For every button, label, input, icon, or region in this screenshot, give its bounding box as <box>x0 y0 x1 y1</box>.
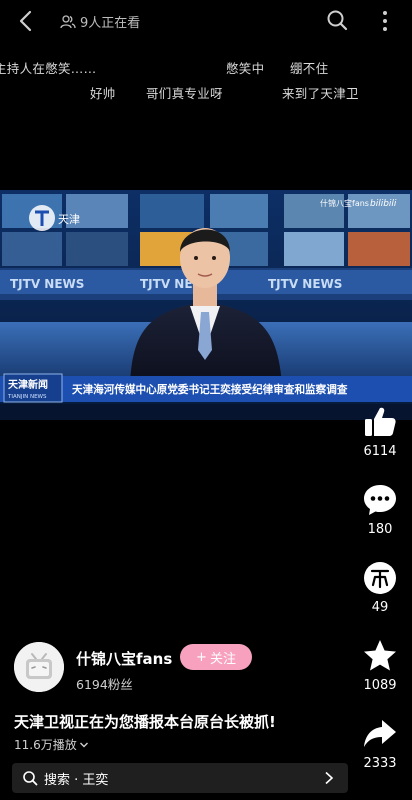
like-button[interactable]: 6114 <box>352 404 408 459</box>
top-bar: 9人正在看 <box>0 0 412 44</box>
star-icon <box>364 640 396 671</box>
viewer-count: 9人正在看 <box>60 12 140 31</box>
like-count: 6114 <box>363 444 397 459</box>
author-name[interactable]: 什锦八宝fans <box>76 648 172 669</box>
program-logo-en: TIANJIN NEWS <box>7 394 47 400</box>
viewers-icon <box>60 14 76 28</box>
video-title[interactable]: 天津卫视正在为您播报本台原台长被抓! <box>14 711 276 732</box>
related-search-bar[interactable]: 搜索 · 王奕 <box>12 763 348 793</box>
thumbs-up-icon <box>365 407 396 436</box>
coin-icon <box>364 562 396 594</box>
program-logo-cn: 天津新闻 <box>8 378 48 391</box>
share-button[interactable]: 2333 <box>352 716 408 771</box>
search-icon[interactable] <box>326 9 348 31</box>
station-logo <box>29 205 55 231</box>
station-logo-text: 天津 <box>58 213 80 226</box>
chevron-down-icon <box>79 742 88 747</box>
studio-sign: TJTV NEWS <box>268 277 342 291</box>
share-count: 2333 <box>363 756 397 771</box>
danmaku-comment: 憋笑中 <box>226 61 265 76</box>
chevron-right-icon <box>325 771 334 785</box>
danmaku-comment: 来到了天津卫 <box>282 86 359 101</box>
follow-label: 关注 <box>209 651 236 667</box>
favorite-button[interactable]: 1089 <box>352 638 408 693</box>
follow-button[interactable]: + 关注 <box>180 644 252 670</box>
danmaku-comment: 好帅 <box>90 86 116 101</box>
danmaku-comment: 主持人在憋笑…… <box>0 61 97 76</box>
search-icon <box>23 771 38 786</box>
video-player[interactable]: 天津 什锦八宝fans bilibili TJTV NEWS TJTV NEWS… <box>0 190 412 420</box>
comment-count: 180 <box>367 522 393 537</box>
comment-button[interactable]: 180 <box>352 482 408 537</box>
viewer-count-text: 9人正在看 <box>80 16 141 31</box>
share-arrow-icon <box>364 720 396 747</box>
fan-count: 6194粉丝 <box>76 677 133 692</box>
news-broadcast-frame: 天津 什锦八宝fans bilibili TJTV NEWS TJTV NEWS… <box>0 190 412 420</box>
more-options-icon[interactable] <box>378 9 392 33</box>
back-arrow-icon[interactable] <box>14 9 38 33</box>
plus-icon: + <box>196 649 207 665</box>
comment-icon <box>364 485 396 515</box>
danmaku-comment: 绷不住 <box>290 61 329 76</box>
play-count[interactable]: 11.6万播放 <box>14 736 89 753</box>
studio-sign: TJTV NEWS <box>10 277 84 291</box>
favorite-count: 1089 <box>363 678 397 693</box>
bilibili-watermark: bilibili <box>370 199 397 209</box>
author-row: 什锦八宝fans + 关注 6194粉丝 <box>14 642 344 694</box>
coin-count: 49 <box>371 600 389 615</box>
search-suggestion: 搜索 · 王奕 <box>44 773 109 788</box>
avatar[interactable] <box>14 642 64 692</box>
news-caption: 天津海河传媒中心原党委书记王奕接受纪律审查和监察调查 <box>72 383 348 396</box>
tv-mascot-icon <box>14 642 64 692</box>
danmaku-comment: 哥们真专业呀 <box>146 86 223 101</box>
coin-button[interactable]: 49 <box>352 560 408 615</box>
play-count-text: 11.6万播放 <box>14 738 77 752</box>
uploader-watermark: 什锦八宝fans <box>320 198 369 208</box>
